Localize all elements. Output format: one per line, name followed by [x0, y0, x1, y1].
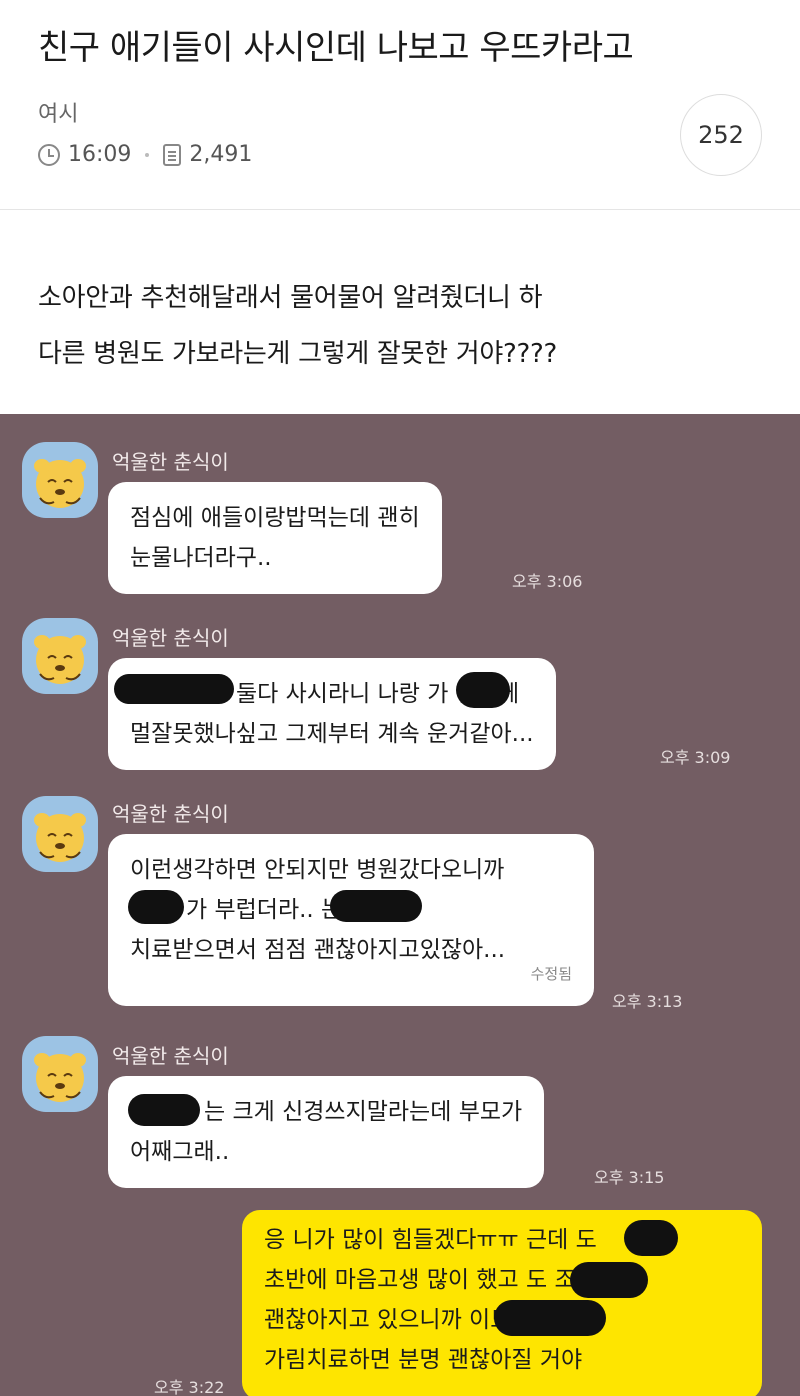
sender-name: 억울한 춘식이 — [112, 626, 229, 650]
message-bubble: 점심에 애들이랑밥먹는데 괜히 눈물나더라구.. — [108, 482, 442, 594]
sender-name: 억울한 춘식이 — [112, 1044, 229, 1068]
edited-label: 수정됨 — [530, 965, 572, 983]
post-body-line: 다른 병원도 가보라는게 그렇게 잘못한 거야???? — [38, 339, 557, 369]
message-line: 어째그래.. — [130, 1139, 230, 1165]
comment-count-button[interactable]: 252 — [680, 94, 762, 176]
message-line: 치료받으면서 점점 괜찮아지고있잖아... — [130, 937, 506, 963]
post-meta: 16:09 2,491 — [38, 142, 252, 167]
redaction-mark — [128, 890, 184, 924]
avatar-icon — [22, 442, 98, 518]
message-time: 오후 3:06 — [512, 572, 583, 591]
post-time: 16:09 — [68, 142, 132, 167]
views-icon — [163, 143, 182, 166]
message-time: 오후 3:13 — [612, 992, 683, 1011]
message-bubble: 는 크게 신경쓰지말라는데 부모가 어째그래.. — [108, 1076, 545, 1188]
redaction-mark — [114, 674, 234, 704]
avatar-icon — [22, 618, 98, 694]
redaction-mark — [570, 1262, 648, 1298]
message-time: 오후 3:22 — [154, 1378, 225, 1396]
post-body-line: 소아안과 추천해달래서 물어물어 알려줬더니 하 — [38, 283, 543, 313]
separator-dot — [145, 152, 150, 157]
message-line: 초반에 마음고생 많이 했고 도 조금씩 — [264, 1267, 618, 1293]
clock-icon — [38, 143, 60, 166]
author-name[interactable]: 여시 — [38, 96, 78, 128]
redaction-mark — [330, 890, 422, 922]
redaction-mark — [494, 1300, 606, 1336]
message-line: 멀잘못했나싶고 그제부터 계속 운거같아... — [130, 721, 534, 747]
message-line: 는 크게 신경쓰지말라는데 부모가 — [204, 1099, 523, 1125]
post-title: 친구 애기들이 사시인데 나보고 우뜨카라고 — [38, 28, 634, 68]
message-line: 눈물나더라구.. — [130, 545, 272, 571]
redaction-mark — [624, 1220, 678, 1256]
post-header: 친구 애기들이 사시인데 나보고 우뜨카라고 여시 16:09 2,491 25… — [0, 0, 800, 210]
redaction-mark — [456, 672, 510, 708]
avatar-icon — [22, 796, 98, 872]
post-body: 소아안과 추천해달래서 물어물어 알려줬더니 하 다른 병원도 가보라는게 그렇… — [38, 270, 557, 382]
message-time: 오후 3:15 — [594, 1168, 665, 1187]
header-divider — [0, 209, 800, 210]
sender-name: 억울한 춘식이 — [112, 450, 229, 474]
avatar-icon — [22, 1036, 98, 1112]
view-count: 2,491 — [189, 142, 253, 167]
message-line: 이런생각하면 안되지만 병원갔다오니까 — [130, 857, 505, 883]
sender-name: 억울한 춘식이 — [112, 802, 229, 826]
message-line: 점심에 애들이랑밥먹는데 괜히 — [130, 505, 420, 531]
chat-screenshot: 억울한 춘식이 점심에 애들이랑밥먹는데 괜히 눈물나더라구.. 오후 3:06… — [0, 414, 800, 1396]
redaction-mark — [128, 1094, 200, 1126]
message-time: 오후 3:09 — [660, 748, 731, 767]
message-line: 가림치료하면 분명 괜찮아질 거야 — [264, 1347, 583, 1373]
